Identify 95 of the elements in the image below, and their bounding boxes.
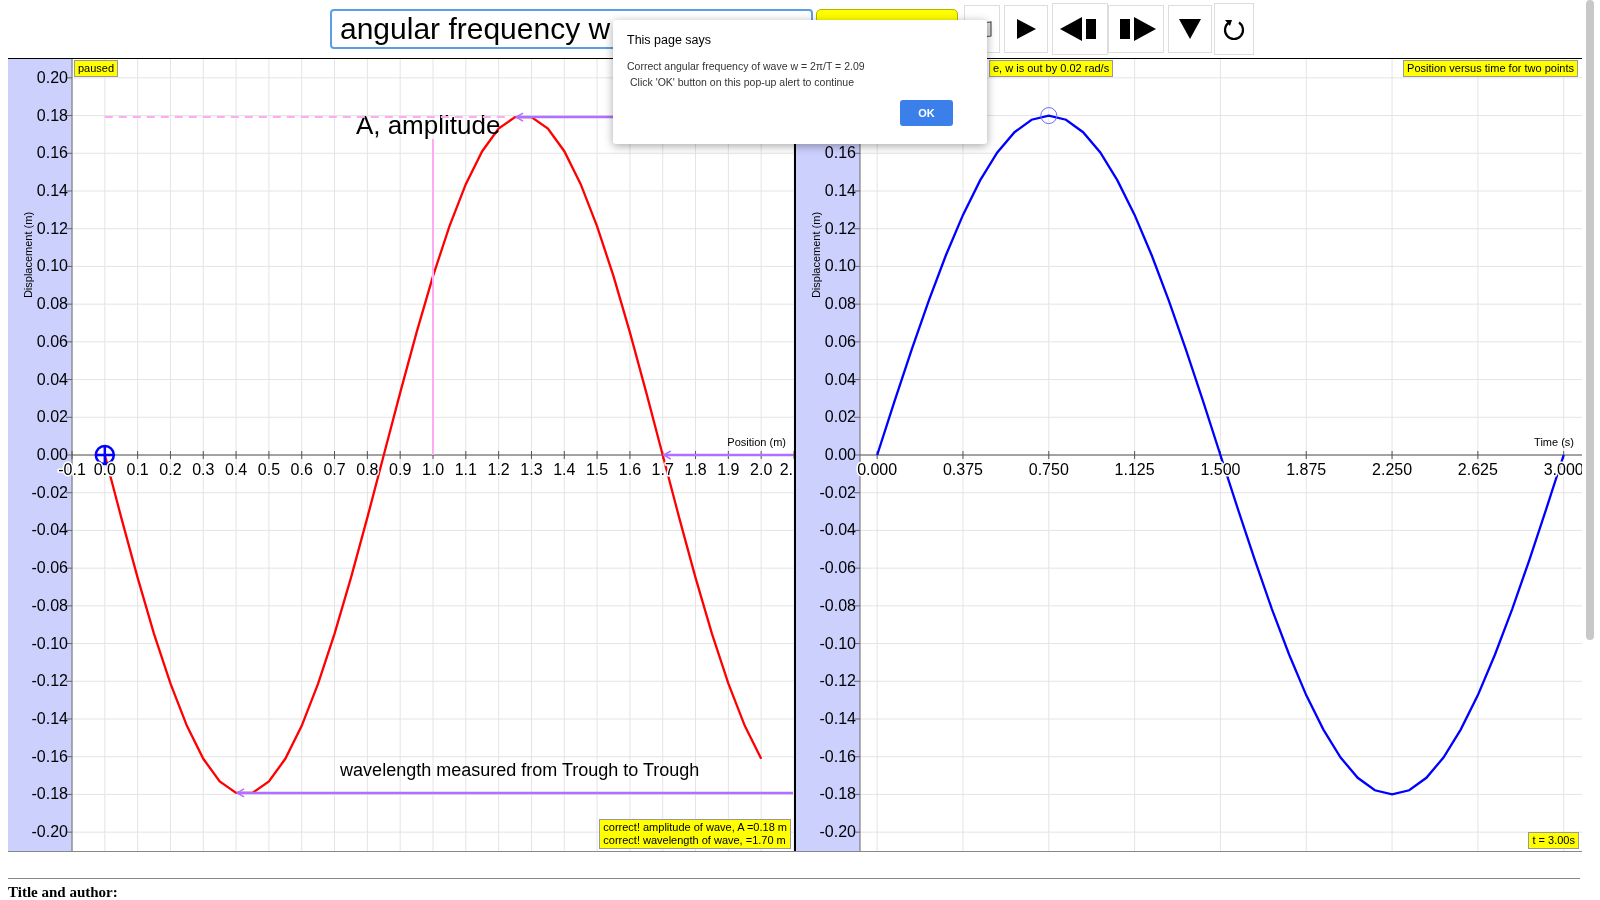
down-button[interactable] bbox=[1168, 5, 1212, 53]
tick-label: -0.08 bbox=[31, 596, 68, 614]
tick-label: 0.02 bbox=[824, 408, 856, 426]
annotation-text: wavelength measured from Trough to Trough bbox=[340, 759, 700, 780]
tick-label: 0.5 bbox=[257, 461, 281, 478]
tick-label: 1.125 bbox=[1114, 461, 1155, 478]
tick-label: 0.12 bbox=[36, 219, 68, 237]
tick-label: -0.16 bbox=[819, 747, 856, 765]
tick-label: -0.06 bbox=[31, 559, 68, 577]
tick-label: 0.08 bbox=[824, 295, 856, 313]
tick-label: 1.6 bbox=[618, 461, 642, 478]
tick-label: 0.04 bbox=[36, 370, 68, 388]
axis-label: Position (m) bbox=[727, 436, 786, 448]
tick-label: 0.16 bbox=[824, 144, 856, 162]
tick-label: 1.8 bbox=[684, 461, 707, 478]
tick-label: 0.7 bbox=[323, 461, 346, 478]
triangle-down-icon bbox=[1178, 18, 1202, 40]
dialog-message: Click 'OK' button on this pop-up alert to continue bbox=[629, 75, 856, 90]
tick-label: 0.08 bbox=[36, 295, 68, 313]
tick-label: 0.20 bbox=[36, 68, 68, 86]
scrollbar[interactable] bbox=[1586, 0, 1594, 640]
tick-label: -0.14 bbox=[31, 710, 68, 727]
axis-label: Displacement (m) bbox=[810, 211, 822, 299]
tick-label: -0.12 bbox=[31, 672, 68, 690]
tick-label: -0.10 bbox=[31, 634, 68, 652]
tick-label: 2.625 bbox=[1457, 461, 1498, 478]
tick-label: 1.875 bbox=[1286, 461, 1327, 478]
play-icon bbox=[1014, 17, 1038, 41]
tick-label: 1.3 bbox=[520, 461, 543, 478]
dialog-message: Correct angular frequency of wave w = 2π/T = 2.09 bbox=[627, 59, 866, 74]
tick-label: 1.1 bbox=[454, 461, 477, 478]
feedback-line: correct! wavelength of wave, =1.70 m bbox=[603, 834, 787, 847]
step-forward-button[interactable] bbox=[1108, 5, 1164, 53]
tick-label: 0.00 bbox=[36, 446, 68, 463]
tick-label: -0.20 bbox=[31, 823, 68, 841]
tick-label: -0.08 bbox=[819, 596, 856, 614]
tick-label: 0.16 bbox=[36, 144, 68, 162]
tick-label: 0.8 bbox=[356, 461, 379, 478]
axis-label: Time (s) bbox=[1534, 436, 1574, 448]
tick-label: -0.10 bbox=[819, 634, 856, 652]
tick-label: 0.4 bbox=[224, 461, 248, 478]
tick-label: -0.18 bbox=[31, 785, 68, 803]
tick-label: -0.04 bbox=[31, 521, 68, 539]
tick-label: 2.0 bbox=[750, 461, 773, 478]
tick-label: -0.06 bbox=[819, 559, 856, 577]
reload-icon bbox=[1222, 17, 1246, 41]
tick-label: 0.14 bbox=[824, 182, 856, 199]
tick-label: 1.0 bbox=[421, 461, 445, 478]
hint-badge: e, w is out by 0.02 rad/s bbox=[989, 60, 1114, 77]
tick-label: 0.1 bbox=[126, 461, 149, 478]
annotation-text: A, amplitude bbox=[355, 110, 501, 141]
tick-label: -0.04 bbox=[819, 521, 856, 539]
section-heading: Title and author: bbox=[8, 884, 119, 900]
tick-label: 0.14 bbox=[36, 182, 68, 199]
tick-label: -0.16 bbox=[31, 747, 68, 765]
play-button[interactable] bbox=[1004, 5, 1048, 53]
tick-label: 1.4 bbox=[553, 461, 576, 478]
feedback-line: correct! amplitude of wave, A =0.18 m bbox=[603, 821, 787, 834]
tick-label: 0.02 bbox=[36, 408, 68, 426]
tick-label: -0.02 bbox=[819, 483, 856, 501]
tick-label: 0.000 bbox=[857, 461, 898, 478]
tick-label: 0.6 bbox=[290, 461, 313, 478]
tick-label: -0.18 bbox=[819, 785, 856, 803]
tick-label: -0.12 bbox=[819, 672, 856, 690]
tick-label: 0.18 bbox=[36, 106, 68, 124]
tick-label: 0.00 bbox=[824, 446, 856, 463]
tick-label: 1.5 bbox=[585, 461, 609, 478]
status-badge: paused bbox=[74, 60, 119, 77]
tick-label: -0.1 bbox=[58, 461, 86, 478]
tick-label: 0.12 bbox=[824, 219, 856, 237]
tick-label: 0.750 bbox=[1028, 461, 1069, 478]
tick-label: 0.10 bbox=[36, 257, 68, 275]
tick-label: 0.3 bbox=[192, 461, 215, 478]
dialog-title: This page says bbox=[627, 33, 713, 47]
tick-label: 1.2 bbox=[487, 461, 510, 478]
tick-label: 0.06 bbox=[36, 332, 68, 350]
tick-label: 0.2 bbox=[159, 461, 182, 478]
ok-button[interactable]: OK bbox=[900, 100, 953, 126]
time-badge: t = 3.00s bbox=[1528, 832, 1579, 849]
tick-label: 0.9 bbox=[389, 461, 412, 478]
reset-button[interactable] bbox=[1214, 3, 1254, 55]
chart-title-badge: Position versus time for two points bbox=[1403, 60, 1578, 77]
axis-label: Displacement (m) bbox=[22, 211, 34, 299]
tick-label: 1.9 bbox=[717, 461, 740, 478]
tick-label: -0.14 bbox=[819, 710, 856, 727]
tick-label: 0.04 bbox=[824, 370, 856, 388]
tick-label: 2.250 bbox=[1372, 461, 1413, 478]
tick-label: -0.02 bbox=[31, 483, 68, 501]
tick-label: 0.10 bbox=[824, 257, 856, 275]
tick-label: 2. bbox=[779, 461, 793, 478]
tick-label: 0.06 bbox=[824, 332, 856, 350]
step-back-button[interactable] bbox=[1052, 3, 1108, 55]
tick-label: -0.20 bbox=[819, 823, 856, 841]
point-marker[interactable] bbox=[1040, 107, 1058, 125]
tick-label: 0.375 bbox=[942, 461, 983, 478]
